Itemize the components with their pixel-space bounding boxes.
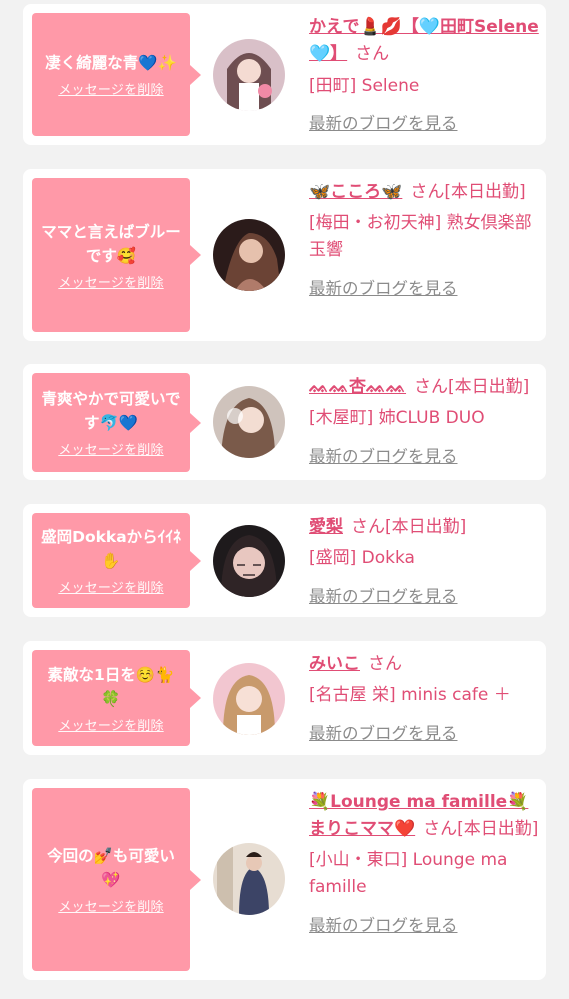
cast-name-link[interactable]: ᨐᨐ杏ᨐᨐ (309, 377, 406, 397)
shop-name: [木屋町] 姉CLUB DUO (309, 408, 485, 428)
profile-info: みいこ さん [名古屋 栄] minis cafe ＋ 最新のブログを見る (309, 651, 539, 747)
latest-blog-link[interactable]: 最新のブログを見る (309, 275, 539, 302)
message-bubble: 青爽やかで可愛いです🐬💙 メッセージを削除 (32, 373, 201, 472)
message-text: 凄く綺麗な青💙✨ (45, 54, 177, 72)
message-card: ママと言えばブルーです🥰 メッセージを削除 🦋こころ🦋 さん[本日出勤] [梅田・… (23, 169, 546, 341)
latest-blog-link[interactable]: 最新のブログを見る (309, 720, 539, 747)
latest-blog-link[interactable]: 最新のブログを見る (309, 583, 539, 610)
avatar[interactable] (213, 386, 285, 458)
honorific: さん[本日出勤] (423, 819, 539, 839)
profile-info: 愛梨 さん[本日出勤] [盛岡] Dokka 最新のブログを見る (309, 514, 539, 610)
shop-name: [田町] Selene (309, 76, 420, 96)
avatar[interactable] (213, 525, 285, 597)
profile-info: 💐Lounge ma famille💐まりこママ❤️ さん[本日出勤] [小山・東… (309, 789, 539, 939)
latest-blog-link[interactable]: 最新のブログを見る (309, 110, 539, 137)
avatar[interactable] (213, 663, 285, 735)
avatar[interactable] (213, 843, 285, 915)
profile-info: 🦋こころ🦋 さん[本日出勤] [梅田・お初天神] 熟女倶楽部 玉響 最新のブログを… (309, 179, 539, 302)
cast-name-link[interactable]: かえで💄💋【🩵田町Selene🩵】 (309, 17, 539, 64)
avatar[interactable] (213, 39, 285, 111)
delete-message-link[interactable]: メッセージを削除 (58, 577, 163, 596)
message-card: 今回の💅も可愛い💖 メッセージを削除 💐Lounge ma famille💐まり… (23, 779, 546, 980)
message-bubble: 素敵な1日を☺️🐈🍀 メッセージを削除 (32, 650, 201, 746)
shop-name: [梅田・お初天神] 熟女倶楽部 玉響 (309, 213, 532, 260)
honorific: さん (368, 654, 402, 674)
message-text: ママと言えばブルーです🥰 (41, 222, 181, 265)
cast-name-link[interactable]: みいこ (309, 654, 360, 674)
avatar[interactable] (213, 219, 285, 291)
message-card: 盛岡Dokkaからｲｲﾈ✋ メッセージを削除 愛梨 さん[本日出勤] [盛岡] D… (23, 504, 546, 617)
delete-message-link[interactable]: メッセージを削除 (58, 272, 163, 291)
profile-info: かえで💄💋【🩵田町Selene🩵】 さん [田町] Selene 最新のブログを見… (309, 14, 539, 137)
honorific: さん[本日出勤] (410, 182, 526, 202)
message-card: 凄く綺麗な青💙✨ メッセージを削除 かえで💄💋【🩵田町Selene🩵】 さん [田… (23, 4, 546, 145)
message-text: 盛岡Dokkaからｲｲﾈ✋ (41, 528, 181, 570)
message-text: 素敵な1日を☺️🐈🍀 (47, 665, 175, 708)
delete-message-link[interactable]: メッセージを削除 (58, 715, 163, 734)
message-bubble: 盛岡Dokkaからｲｲﾈ✋ メッセージを削除 (32, 513, 201, 608)
delete-message-link[interactable]: メッセージを削除 (58, 896, 163, 915)
message-card: 素敵な1日を☺️🐈🍀 メッセージを削除 みいこ さん [名古屋 栄] minis … (23, 641, 546, 755)
delete-message-link[interactable]: メッセージを削除 (58, 79, 163, 98)
shop-name: [盛岡] Dokka (309, 548, 415, 568)
cast-name-link[interactable]: 🦋こころ🦋 (309, 182, 402, 202)
shop-name: [名古屋 栄] minis cafe ＋ (309, 685, 511, 705)
honorific: さん[本日出勤] (351, 517, 467, 537)
message-bubble: ママと言えばブルーです🥰 メッセージを削除 (32, 178, 201, 332)
delete-message-link[interactable]: メッセージを削除 (58, 439, 163, 458)
cast-name-link[interactable]: 愛梨 (309, 517, 343, 537)
shop-name: [小山・東口] Lounge ma famille (309, 850, 508, 897)
message-bubble: 今回の💅も可愛い💖 メッセージを削除 (32, 788, 201, 971)
honorific: さん (355, 44, 390, 64)
honorific: さん[本日出勤] (414, 377, 530, 397)
message-card: 青爽やかで可愛いです🐬💙 メッセージを削除 ᨐᨐ杏ᨐᨐ さん[本日出勤] [木屋町… (23, 364, 546, 480)
message-text: 今回の💅も可愛い💖 (47, 847, 175, 889)
profile-info: ᨐᨐ杏ᨐᨐ さん[本日出勤] [木屋町] 姉CLUB DUO 最新のブログを見る (309, 374, 539, 470)
message-text: 青爽やかで可愛いです🐬💙 (41, 390, 181, 432)
latest-blog-link[interactable]: 最新のブログを見る (309, 912, 539, 939)
message-bubble: 凄く綺麗な青💙✨ メッセージを削除 (32, 13, 201, 136)
latest-blog-link[interactable]: 最新のブログを見る (309, 443, 539, 470)
